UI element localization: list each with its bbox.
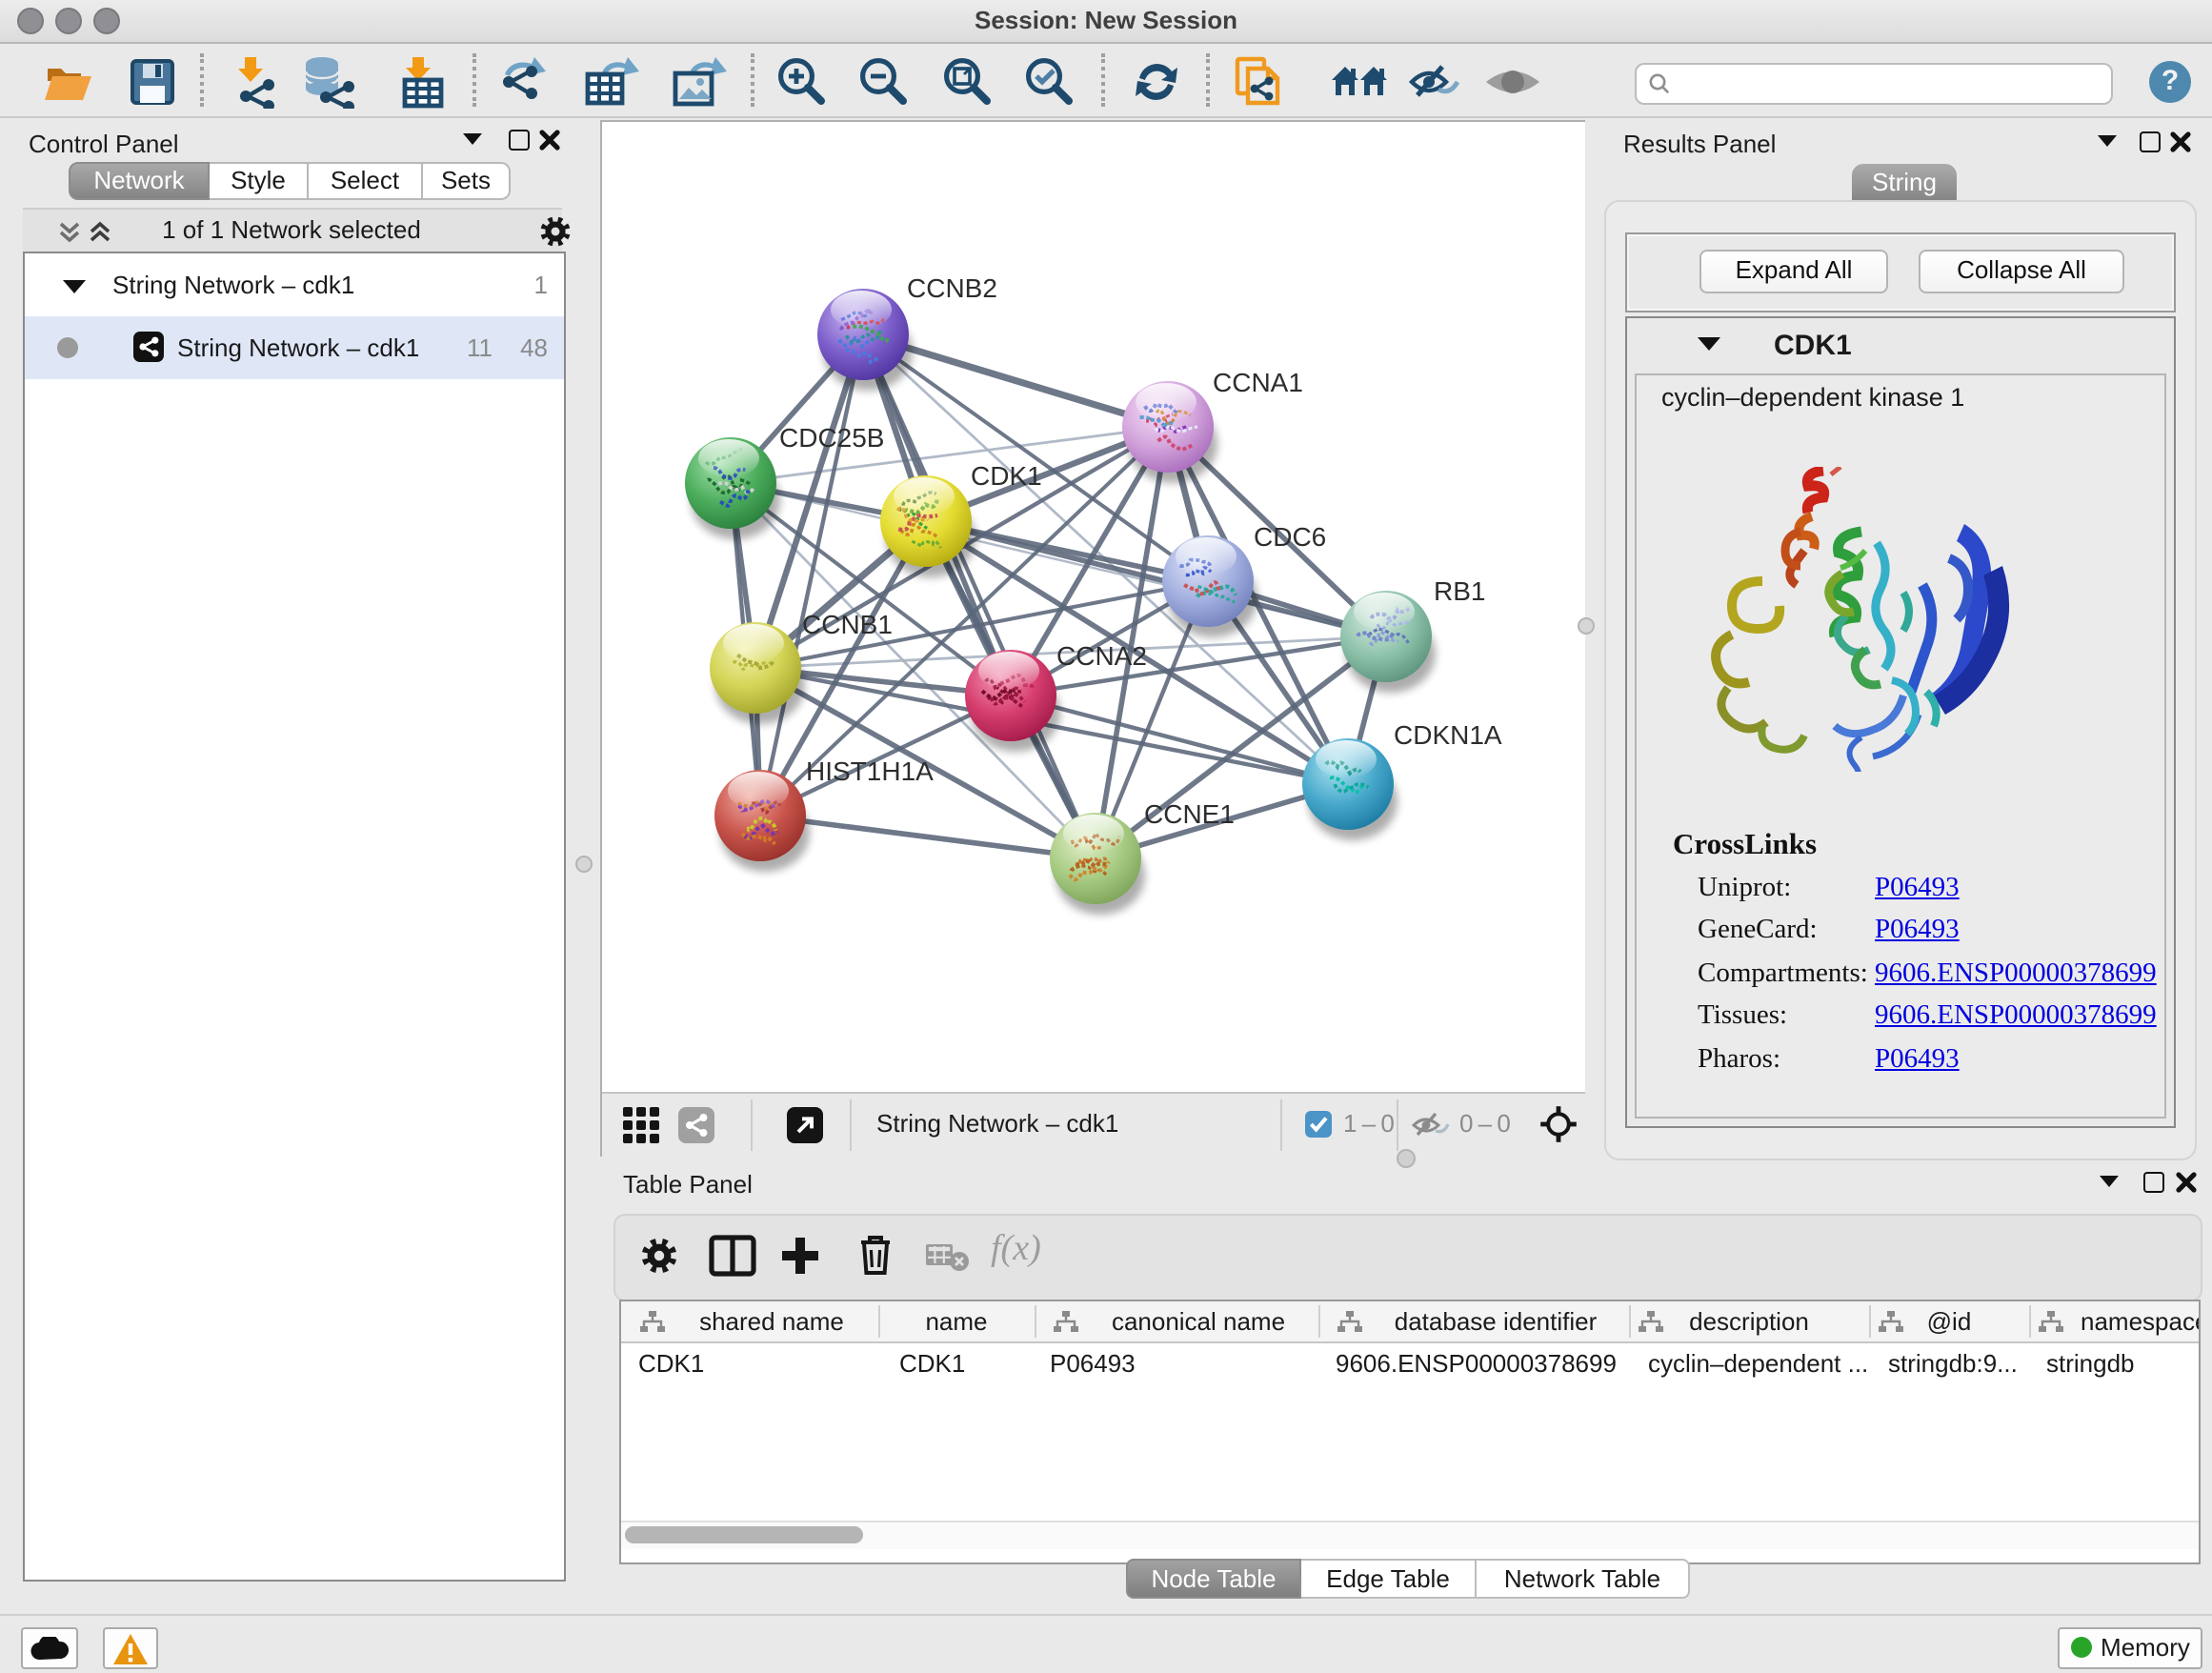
svg-text:HIST1H1A: HIST1H1A	[806, 756, 934, 786]
svg-text:CCNB2: CCNB2	[907, 273, 997, 303]
svg-text:CCNA1: CCNA1	[1213, 368, 1303, 397]
svg-text:CDC25B: CDC25B	[779, 423, 884, 453]
svg-text:RB1: RB1	[1434, 576, 1485, 606]
svg-text:CDK1: CDK1	[971, 461, 1042, 491]
svg-text:CDC6: CDC6	[1254, 522, 1326, 552]
svg-text:CCNB1: CCNB1	[802, 610, 893, 639]
svg-text:CCNA2: CCNA2	[1056, 641, 1147, 671]
svg-text:CDKN1A: CDKN1A	[1394, 720, 1502, 750]
svg-text:CCNE1: CCNE1	[1144, 799, 1235, 829]
